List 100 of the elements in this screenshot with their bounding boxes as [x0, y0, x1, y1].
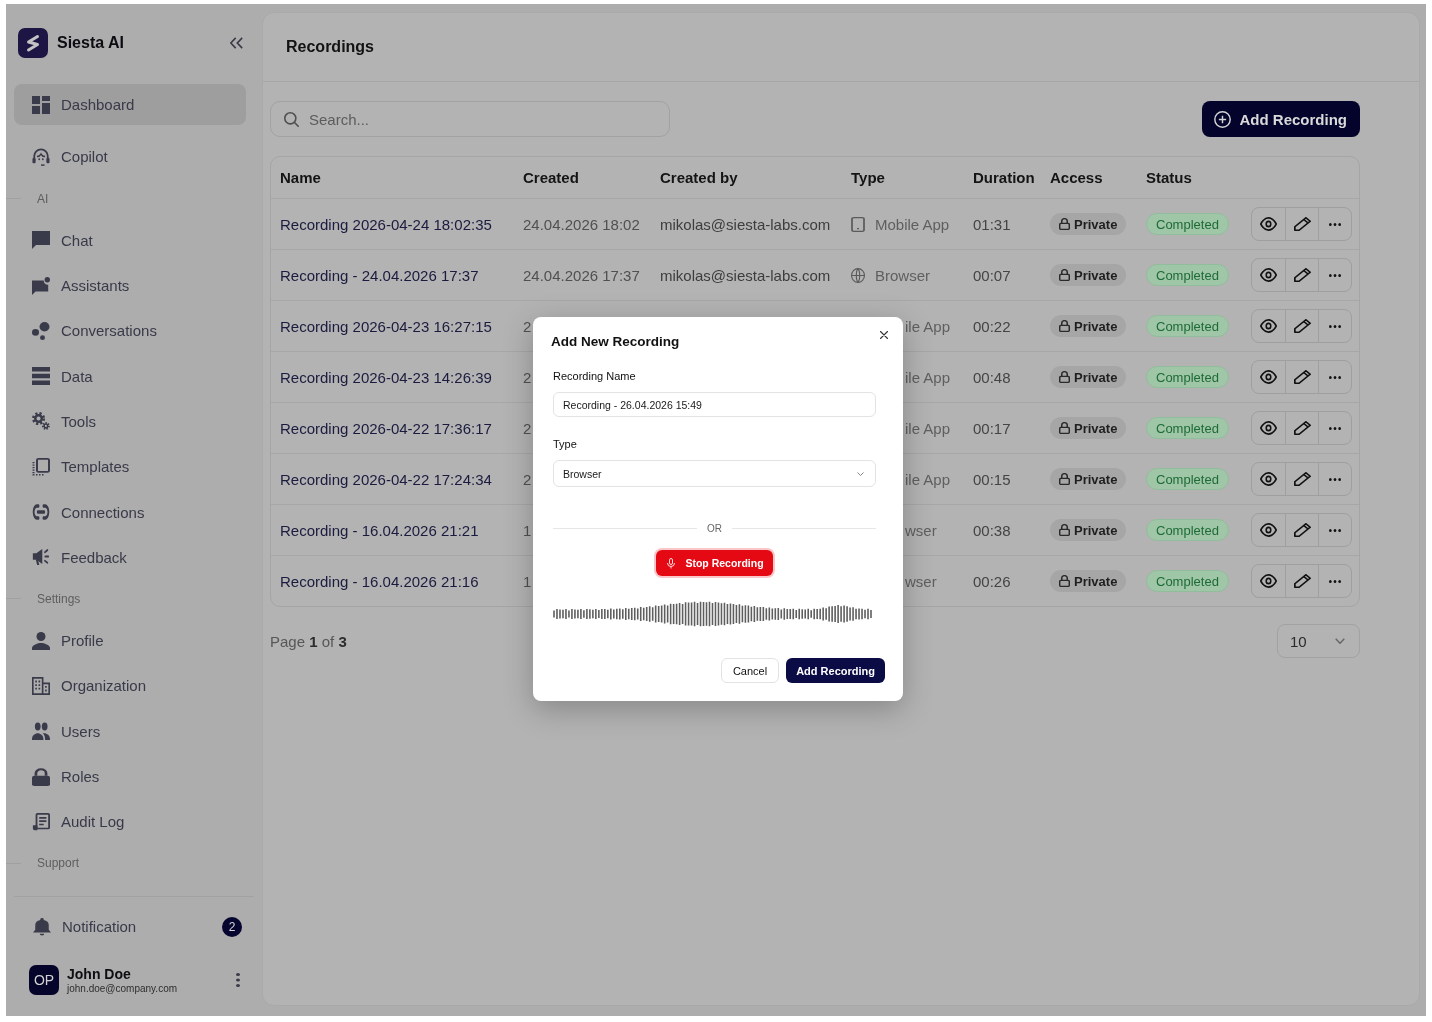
- ellipsis-icon: [1329, 426, 1341, 430]
- created-date: 2: [523, 368, 532, 386]
- sidebar-nav-item[interactable]: Data: [14, 355, 246, 397]
- recording-name-input[interactable]: Recording - 26.04.2026 15:49: [553, 392, 876, 417]
- megaphone-icon: [32, 548, 50, 567]
- notification-count-badge: 2: [222, 916, 242, 937]
- nav-section-label: Support: [37, 856, 80, 871]
- duration: 00:17: [973, 419, 1011, 437]
- double-chevron-left-icon[interactable]: [230, 37, 243, 49]
- recording-name-link[interactable]: Recording - 16.04.2026 21:21: [280, 521, 479, 539]
- gears-icon: [32, 412, 50, 431]
- sidebar-nav-item[interactable]: Profile: [14, 619, 246, 662]
- pencil-icon: [1293, 217, 1311, 231]
- duration: 00:07: [973, 266, 1011, 284]
- sidebar-nav-item[interactable]: Copilot: [14, 136, 246, 178]
- status-badge: Completed: [1146, 264, 1229, 286]
- access-label: Private: [1074, 573, 1118, 589]
- recording-name-link[interactable]: Recording 2026-04-24 18:02:35: [280, 215, 492, 233]
- recording-name-link[interactable]: Recording - 16.04.2026 21:16: [280, 572, 479, 590]
- recording-type: wser: [905, 521, 937, 539]
- more-vertical-icon[interactable]: [236, 973, 240, 987]
- ellipsis-icon: [1329, 324, 1341, 328]
- ellipsis-icon: [1329, 477, 1341, 481]
- created-date: 24.04.2026 17:37: [523, 266, 640, 284]
- creator-email: mikolas@siesta-labs.com: [660, 266, 831, 284]
- sidebar-nav-item[interactable]: Conversations: [14, 310, 246, 352]
- lock-icon: [32, 767, 50, 786]
- receipt-icon: [32, 812, 50, 831]
- access-label: Private: [1074, 267, 1118, 283]
- status-badge: Completed: [1146, 417, 1229, 439]
- eye-icon: [1260, 523, 1277, 537]
- pencil-icon: [1293, 472, 1311, 486]
- access-label: Private: [1074, 216, 1118, 232]
- chat-bubble-dot-icon: [32, 276, 50, 295]
- lock-icon: [1059, 422, 1070, 434]
- recording-type: ile App: [905, 419, 951, 437]
- document-icon: [32, 457, 50, 476]
- page-indicator: Page 1 of 3: [270, 632, 347, 650]
- globe-icon: [851, 267, 865, 283]
- ellipsis-icon: [1329, 579, 1341, 583]
- recording-name-link[interactable]: Recording 2026-04-23 16:27:15: [280, 317, 492, 335]
- stop-recording-button[interactable]: Stop Recording: [656, 550, 773, 576]
- sidebar-nav-item[interactable]: Feedback: [14, 536, 246, 578]
- sidebar-nav-item[interactable]: Audit Log: [14, 801, 246, 843]
- nav-section-label: Settings: [37, 591, 81, 606]
- headset-icon: [32, 147, 50, 166]
- user-name: John Doe: [67, 965, 132, 982]
- sidebar-nav-item[interactable]: Assistants: [14, 264, 246, 307]
- sidebar-nav-item[interactable]: Dashboard: [14, 84, 246, 126]
- lock-icon: [1059, 524, 1070, 536]
- lock-icon: [1059, 575, 1070, 587]
- duration: 00:22: [973, 317, 1011, 335]
- sidebar-nav-item[interactable]: Tools: [14, 400, 246, 443]
- access-label: Private: [1074, 369, 1118, 385]
- sidebar-nav-item[interactable]: Templates: [14, 446, 246, 488]
- status-badge: Completed: [1146, 213, 1229, 235]
- recording-name-link[interactable]: Recording 2026-04-22 17:24:34: [280, 470, 492, 488]
- type-select[interactable]: Browser: [553, 460, 876, 487]
- notification-item[interactable]: Notification 2: [14, 906, 246, 947]
- chat-bubble-icon: [32, 231, 50, 250]
- eye-icon: [1260, 472, 1277, 486]
- sidebar-nav-item[interactable]: Users: [14, 710, 246, 752]
- recording-name-link[interactable]: Recording - 24.04.2026 17:37: [280, 266, 479, 284]
- column-header: Name: [280, 169, 321, 186]
- chevron-down-icon: [857, 471, 864, 476]
- status-badge: Completed: [1146, 366, 1229, 388]
- lock-icon: [1059, 473, 1070, 485]
- sidebar-nav-item[interactable]: Chat: [14, 219, 246, 261]
- dialog-title: Add New Recording: [551, 333, 680, 351]
- duration: 01:31: [973, 215, 1011, 233]
- status-badge: Completed: [1146, 468, 1229, 490]
- access-label: Private: [1074, 522, 1118, 538]
- sidebar-nav-item[interactable]: Organization: [14, 665, 246, 707]
- recording-name-link[interactable]: Recording 2026-04-23 14:26:39: [280, 368, 492, 386]
- submit-button[interactable]: Add Recording: [786, 658, 885, 683]
- ellipsis-icon: [1329, 375, 1341, 379]
- recording-type: ile App: [905, 470, 951, 488]
- divider-label: OR: [707, 522, 722, 534]
- page-size-select[interactable]: 10: [1277, 624, 1360, 658]
- phone-icon: [851, 216, 865, 232]
- add-recording-button[interactable]: Add Recording: [1201, 101, 1360, 137]
- creator-email: mikolas@siesta-labs.com: [660, 215, 831, 233]
- pencil-icon: [1293, 574, 1311, 588]
- recording-name-link[interactable]: Recording 2026-04-22 17:36:17: [280, 419, 492, 437]
- created-date: 2: [523, 419, 532, 437]
- storage-icon: [32, 367, 50, 386]
- status-badge: Completed: [1146, 570, 1229, 592]
- field-label: Type: [553, 438, 577, 451]
- eye-icon: [1260, 268, 1277, 282]
- sidebar-nav-item[interactable]: Roles: [14, 755, 246, 798]
- close-icon[interactable]: [880, 331, 888, 339]
- sidebar-nav-item[interactable]: Connections: [14, 491, 246, 533]
- cancel-button[interactable]: Cancel: [720, 658, 780, 683]
- recording-type: ile App: [905, 317, 951, 335]
- search-field[interactable]: Search...: [270, 101, 670, 137]
- search-icon: [284, 112, 299, 127]
- person-icon: [32, 631, 50, 650]
- ellipsis-icon: [1329, 222, 1341, 226]
- user-email: john.doe@company.com: [67, 981, 178, 995]
- building-icon: [32, 676, 50, 695]
